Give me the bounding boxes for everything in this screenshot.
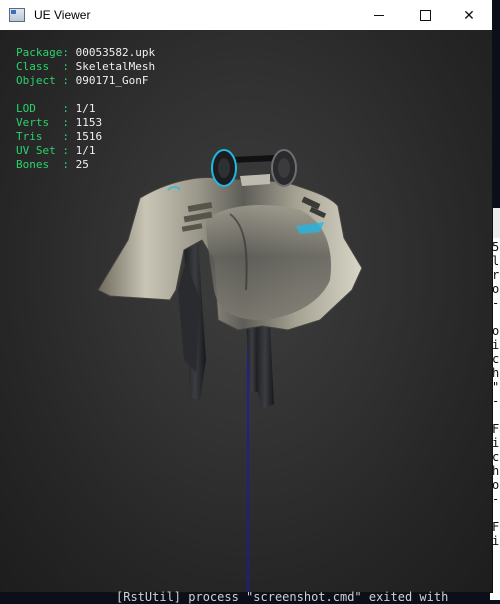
headphone-band [231,155,275,163]
object-label: Object : [16,74,69,87]
uvset-label: UV Set : [16,144,69,157]
lod-label: LOD : [16,102,69,115]
collar [240,174,270,186]
package-value: 00053582.upk [75,46,156,59]
app-icon [9,8,25,22]
leg-strap-right [256,322,274,410]
bones-label: Bones : [16,158,69,171]
close-button[interactable]: ✕ [446,0,492,30]
title-bar[interactable]: UE Viewer ✕ [0,0,492,30]
minimize-button[interactable] [356,0,402,30]
background-console-status: [RstUtil] process "screenshot.cmd" exite… [116,590,449,604]
window-title: UE Viewer [34,8,91,22]
ue-viewer-window: UE Viewer ✕ Package: 00053582.upk Class … [0,0,492,592]
maximize-button[interactable] [402,0,448,30]
class-value: SkeletalMesh [75,60,156,73]
3d-viewport[interactable]: Package: 00053582.upk Class : SkeletalMe… [0,30,492,592]
close-icon: ✕ [463,6,475,23]
mesh-info-panel: Package: 00053582.upk Class : SkeletalMe… [16,46,155,172]
maximize-icon [419,9,431,21]
headphone-right-inner [278,158,290,178]
uvset-value: 1/1 [75,144,96,157]
bones-value: 25 [75,158,89,171]
class-label: Class : [16,60,69,73]
tris-label: Tris : [16,130,69,143]
tris-value: 1516 [75,130,103,143]
headphone-left-inner [218,158,230,178]
minimize-icon [374,14,384,16]
verts-value: 1153 [75,116,103,129]
lod-value: 1/1 [75,102,96,115]
object-value: 090171_GonF [75,74,149,87]
package-label: Package: [16,46,69,59]
verts-label: Verts : [16,116,69,129]
